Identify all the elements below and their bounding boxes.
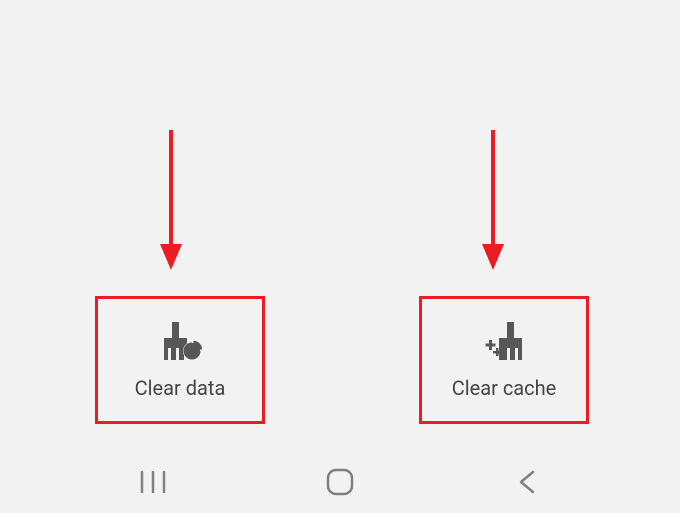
clear-cache-label: Clear cache: [452, 376, 557, 400]
navigation-bar: [0, 451, 680, 513]
annotation-arrow-right: [478, 130, 508, 270]
recents-icon: [139, 470, 167, 494]
recents-button[interactable]: [133, 462, 173, 502]
clear-data-button[interactable]: Clear data: [95, 296, 265, 424]
clear-data-icon: [156, 320, 204, 364]
home-button[interactable]: [320, 462, 360, 502]
clear-cache-icon: [480, 320, 528, 364]
clear-data-label: Clear data: [135, 376, 226, 400]
annotation-arrow-left: [156, 130, 186, 270]
home-icon: [325, 467, 355, 497]
clear-cache-button[interactable]: Clear cache: [419, 296, 589, 424]
back-icon: [517, 469, 537, 495]
back-button[interactable]: [507, 462, 547, 502]
